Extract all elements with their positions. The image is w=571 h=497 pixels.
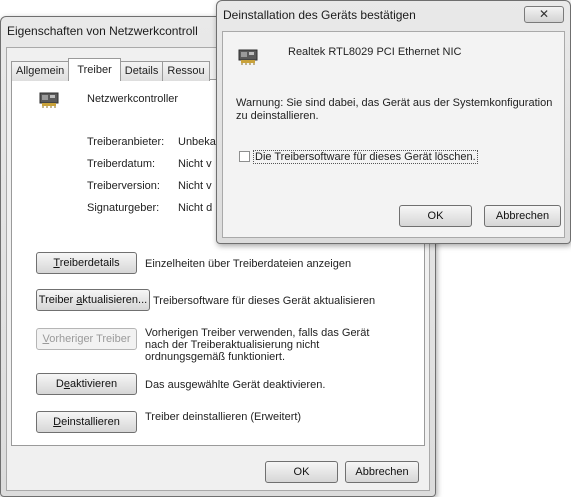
network-adapter-icon: [238, 49, 258, 65]
confirm-client-area: Realtek RTL8029 PCI Ethernet NIC Warnung…: [222, 31, 565, 238]
tab-strip: Allgemein Treiber Details Ressou: [11, 58, 210, 81]
driver-version-value: Nicht v: [178, 180, 212, 192]
confirm-ok-button[interactable]: OK: [399, 205, 472, 227]
digital-signer-label: Signaturgeber:: [87, 202, 160, 214]
tab-ressourcen[interactable]: Ressou: [162, 61, 210, 81]
update-driver-description: Treibersoftware für dieses Gerät aktuali…: [153, 295, 376, 307]
driver-provider-label: Treiberanbieter:: [87, 136, 165, 148]
digital-signer-value: Nicht d: [178, 202, 213, 214]
driver-details-description: Einzelheiten über Treiberdateien anzeige…: [145, 258, 352, 270]
driver-date-value: Nicht v: [178, 158, 212, 170]
tab-details[interactable]: Details: [119, 61, 164, 81]
tab-treiber[interactable]: Treiber: [68, 58, 121, 81]
device-name: Netzwerkcontroller: [87, 93, 179, 105]
driver-version-label: Treiberversion:: [87, 180, 160, 192]
uninstall-warning-text: Warnung: Sie sind dabei, das Gerät aus d…: [236, 97, 553, 122]
roll-back-driver-description: Vorherigen Treiber verwenden, falls das …: [145, 327, 370, 363]
update-driver-button[interactable]: Treiber aktualisieren...: [36, 289, 150, 311]
tab-allgemein[interactable]: Allgemein: [11, 61, 70, 81]
roll-back-driver-button[interactable]: Vorheriger Treiber: [36, 328, 137, 350]
confirm-cancel-button[interactable]: Abbrechen: [484, 205, 561, 227]
disable-device-description: Das ausgewählte Gerät deaktivieren.: [145, 379, 326, 391]
confirm-uninstall-dialog: Deinstallation des Geräts bestätigen ✕ R…: [216, 0, 571, 244]
uninstall-device-description: Treiber deinstallieren (Erweitert): [145, 411, 302, 423]
uninstall-device-button[interactable]: Deinstallieren: [36, 411, 137, 433]
driver-details-button[interactable]: Treiberdetails: [36, 252, 137, 274]
network-adapter-icon: [39, 92, 59, 108]
disable-device-button[interactable]: Deaktivieren: [36, 373, 137, 395]
driver-provider-value: Unbeka: [178, 136, 216, 148]
cancel-button[interactable]: Abbrechen: [345, 461, 419, 483]
delete-driver-checkbox[interactable]: [239, 151, 250, 162]
confirm-dialog-title: Deinstallation des Geräts bestätigen: [223, 8, 416, 22]
driver-date-label: Treiberdatum:: [87, 158, 156, 170]
ok-button[interactable]: OK: [265, 461, 338, 483]
confirm-device-name: Realtek RTL8029 PCI Ethernet NIC: [288, 46, 462, 58]
delete-driver-checkbox-label[interactable]: Die Treibersoftware für dieses Gerät lös…: [253, 150, 478, 164]
close-icon[interactable]: ✕: [524, 6, 564, 23]
